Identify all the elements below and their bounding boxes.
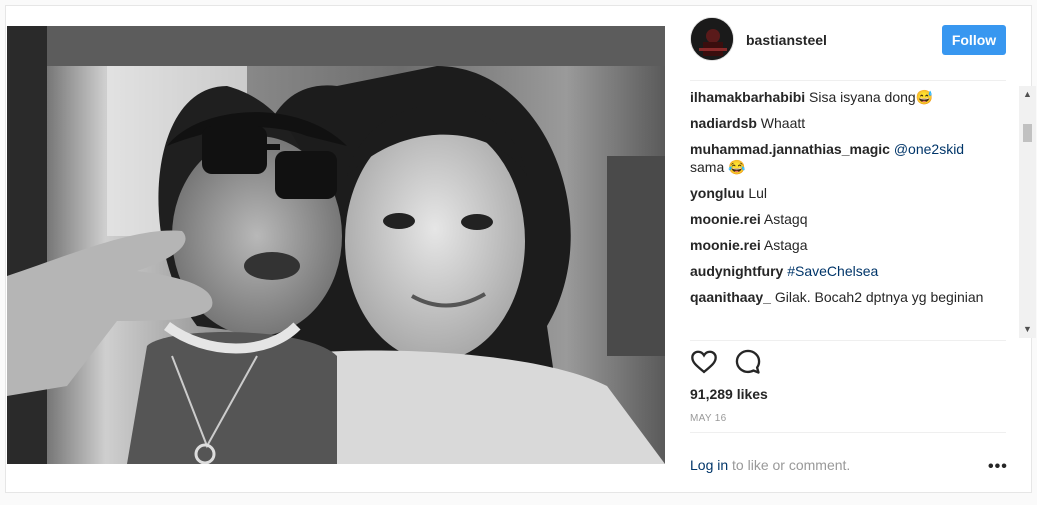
selfie-image [7,26,665,464]
comment-text: Whaatt [756,115,806,131]
comments-divider [690,340,1006,341]
login-prompt-text: to like or comment. [728,457,851,473]
scroll-down-arrow-icon[interactable]: ▼ [1019,321,1036,338]
comment-username[interactable]: muhammad.jannathias_magic [690,141,890,157]
comment-username[interactable]: qaanithaay_ [690,289,771,305]
comment-item: moonie.rei Astagq [690,210,1006,228]
post-card: bastiansteel Follow ilhamakbarhabibi Sis… [5,5,1036,493]
scroll-up-arrow-icon[interactable]: ▲ [1019,86,1036,103]
post-date: MAY 16 [690,413,727,424]
comment-item: audynightfury #SaveChelsea [690,262,1006,280]
comment-item: nadiardsb Whaatt [690,114,1006,132]
comment-item: ilhamakbarhabibi Sisa isyana dong😅 [690,88,1006,106]
comment-username[interactable]: audynightfury [690,263,783,279]
comment-text: sama 😂 [690,159,746,175]
avatar[interactable] [690,17,734,61]
more-options-icon[interactable]: ••• [988,458,1008,476]
comment-hashtag[interactable]: #SaveChelsea [787,263,878,279]
login-link[interactable]: Log in [690,457,728,473]
post-sidebar: bastiansteel Follow ilhamakbarhabibi Sis… [665,6,1036,492]
post-photo[interactable] [7,26,665,464]
post-header: bastiansteel Follow [690,17,1006,65]
comment-icon[interactable] [734,348,764,378]
login-prompt: Log in to like or comment. [690,457,850,473]
comment-item: yongluu Lul [690,184,1006,202]
comment-text: Lul [744,185,768,201]
scrollbar-thumb[interactable] [1023,124,1032,142]
comment-username[interactable]: nadiardsb [690,115,757,131]
follow-button[interactable]: Follow [942,25,1006,55]
comment-item: muhammad.jannathias_magic @one2skid sama… [690,140,1006,176]
comment-text: Astaga [760,237,808,253]
comment-username[interactable]: yongluu [690,185,744,201]
like-count[interactable]: 91,289 likes [690,386,768,402]
comment-item: moonie.rei Astaga [690,236,1006,254]
avatar-image [691,18,733,60]
heart-icon[interactable] [690,348,720,378]
comment-username[interactable]: ilhamakbarhabibi [690,89,805,105]
comment-mention[interactable]: @one2skid [894,141,964,157]
comment-text: Gilak. Bocah2 dptnya yg beginian [770,289,984,305]
comments-list[interactable]: ilhamakbarhabibi Sisa isyana dong😅 nadia… [690,88,1006,336]
comment-username[interactable]: moonie.rei [690,211,761,227]
post-username[interactable]: bastiansteel [746,32,827,48]
header-divider [690,80,1006,81]
footer-divider [690,432,1006,433]
comment-text: Sisa isyana dong😅 [805,89,934,105]
comments-scrollbar[interactable]: ▲ ▼ [1019,86,1036,338]
comment-text: Astagq [760,211,808,227]
comment-item: qaanithaay_ Gilak. Bocah2 dptnya yg begi… [690,288,1006,306]
comment-username[interactable]: moonie.rei [690,237,761,253]
